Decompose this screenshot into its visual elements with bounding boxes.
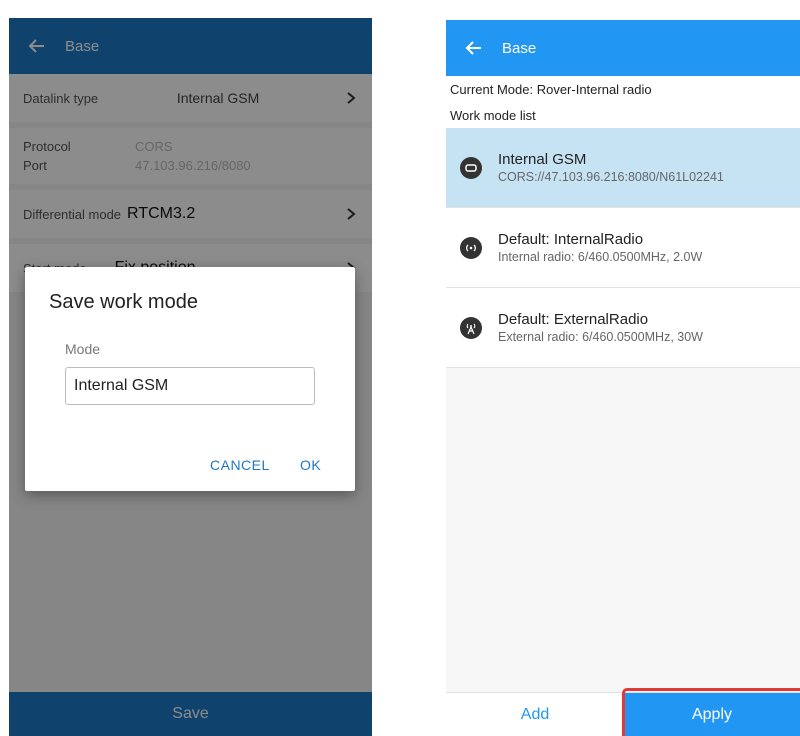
work-mode-list-heading: Work mode list	[446, 102, 800, 128]
mode-desc: CORS://47.103.96.216:8080/N61L02241	[498, 170, 724, 184]
right-screen: Base Current Mode: Rover-Internal radio …	[446, 20, 800, 736]
mode-desc: Internal radio: 6/460.0500MHz, 2.0W	[498, 250, 703, 264]
save-work-mode-dialog: Save work mode Mode Internal GSM CANCEL …	[25, 267, 355, 491]
mode-desc: External radio: 6/460.0500MHz, 30W	[498, 330, 703, 344]
mode-item-external-radio[interactable]: Default: ExternalRadio External radio: 6…	[446, 288, 800, 368]
mode-item-internal-radio[interactable]: Default: InternalRadio Internal radio: 6…	[446, 208, 800, 288]
mode-name: Internal GSM	[498, 151, 587, 168]
mode-name: Default: InternalRadio	[498, 231, 644, 248]
apply-highlight-box	[622, 688, 800, 736]
current-mode-text: Current Mode: Rover-Internal radio	[446, 76, 800, 102]
mode-name: Default: ExternalRadio	[498, 311, 649, 328]
mode-input[interactable]: Internal GSM	[65, 367, 315, 405]
external-radio-icon	[460, 316, 482, 339]
add-button[interactable]: Add	[446, 693, 624, 736]
cancel-button[interactable]: CANCEL	[210, 457, 270, 473]
ok-button[interactable]: OK	[300, 457, 321, 473]
gsm-icon	[460, 156, 482, 179]
mode-item-internal-gsm[interactable]: Internal GSM CORS://47.103.96.216:8080/N…	[446, 128, 800, 208]
page-title: Base	[502, 39, 537, 57]
right-app-bar: Base	[446, 20, 800, 76]
internal-radio-icon	[460, 236, 482, 259]
dialog-title: Save work mode	[49, 291, 198, 313]
back-arrow-icon[interactable]	[446, 20, 502, 76]
mode-field-label: Mode	[65, 341, 101, 357]
